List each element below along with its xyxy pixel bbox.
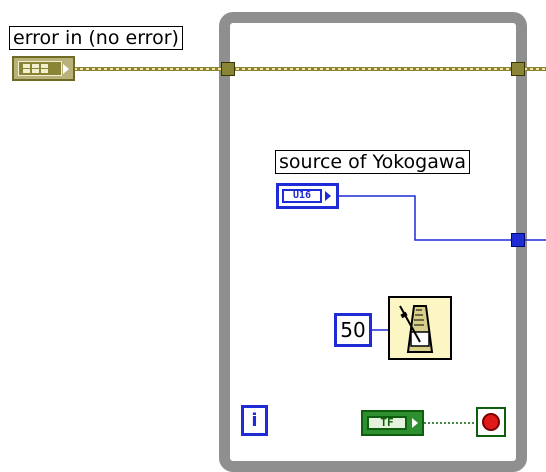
iteration-terminal[interactable]: i <box>241 405 268 436</box>
metronome-icon[interactable] <box>388 296 452 360</box>
source-control[interactable]: U16 <box>276 183 339 209</box>
wait-ms-constant[interactable]: 50 <box>334 313 372 347</box>
u16-type-text: U16 <box>282 189 322 203</box>
terminal-arrow-icon <box>63 64 69 74</box>
terminal-arrow-icon <box>412 418 418 428</box>
error-output-tunnel[interactable] <box>511 62 525 76</box>
wires <box>74 67 546 424</box>
stop-terminal[interactable] <box>476 407 506 437</box>
tf-type-text: TF <box>367 416 407 430</box>
stop-boolean-control[interactable]: TF <box>361 410 424 436</box>
stop-icon <box>482 413 500 431</box>
error-input-tunnel[interactable] <box>221 62 235 76</box>
cluster-icon <box>18 61 62 76</box>
source-output-tunnel[interactable] <box>511 233 525 247</box>
error-in-control[interactable] <box>12 56 75 81</box>
terminal-arrow-icon <box>325 191 331 201</box>
source-label: source of Yokogawa <box>275 150 471 174</box>
error-in-label: error in (no error) <box>9 26 183 50</box>
